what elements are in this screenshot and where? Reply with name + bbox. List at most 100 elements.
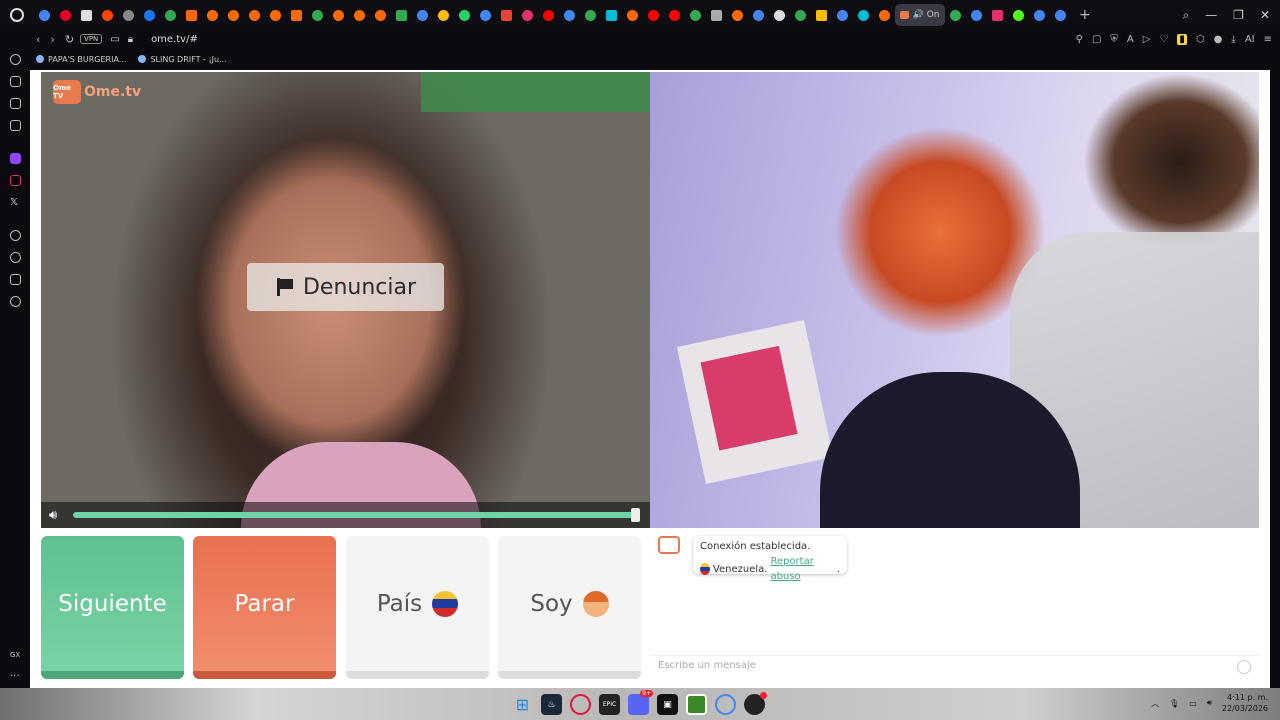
speed-dial-icon[interactable] [10,54,21,65]
tab-ometv-active[interactable]: 🔊 On [895,4,945,26]
music-icon[interactable] [10,120,21,131]
clock[interactable]: 4:11 p. m. 22/03/2026 [1222,692,1268,714]
tab-tabs-right-2[interactable] [987,4,1008,26]
snapshot-icon[interactable]: ▢ [1092,34,1101,45]
cleaner-icon[interactable] [10,76,21,87]
twitch-icon[interactable] [10,153,21,164]
tab-tabs-right-4[interactable] [1029,4,1050,26]
tab-tabs-31[interactable] [685,4,706,26]
tab-tabs-24[interactable] [538,4,559,26]
extensions-sidebar-icon[interactable] [10,274,21,285]
tab-tabs-right-3[interactable] [1008,4,1029,26]
x-icon[interactable]: 𝕏 [10,197,21,208]
url-field[interactable]: ome.tv/# [151,34,198,45]
menu-icon[interactable]: ≡ [1264,34,1272,45]
profile-icon[interactable]: ● [1214,34,1223,45]
epic-games-icon[interactable]: EPIC [599,694,620,715]
report-button[interactable]: Denunciar [247,263,444,311]
tab-tabs-16[interactable] [370,4,391,26]
volume-slider[interactable] [73,512,638,518]
tab-tabs-0[interactable] [34,4,55,26]
download-icon[interactable]: ⤓ [1231,34,1235,45]
settings-icon[interactable] [10,296,21,307]
extensions-icon[interactable]: ⬡ [1196,34,1205,45]
pin-icon[interactable]: ⚲ [1076,34,1083,45]
tab-tabs-38[interactable] [832,4,853,26]
tab-tabs-3[interactable] [97,4,118,26]
tab-tabs-23[interactable] [517,4,538,26]
sidebar-more-icon[interactable]: ... [10,668,20,679]
forward-icon[interactable]: › [50,33,54,46]
minecraft-icon[interactable] [686,694,707,715]
tab-tabs-1[interactable] [55,4,76,26]
tab-tabs-9[interactable] [223,4,244,26]
tab-tabs-11[interactable] [265,4,286,26]
report-abuse-link[interactable]: Reportar abuso [770,554,833,584]
next-button[interactable]: Siguiente [41,536,184,679]
gender-button[interactable]: Soy [498,536,641,679]
tab-tabs-5[interactable] [139,4,160,26]
tab-tabs-26[interactable] [580,4,601,26]
tab-tabs-22[interactable] [496,4,517,26]
tab-tabs-14[interactable] [328,4,349,26]
heart-icon[interactable]: ♡ [1159,34,1168,45]
tab-tabs-13[interactable] [307,4,328,26]
tab-tabs-12[interactable] [286,4,307,26]
tab-tabs-34[interactable] [748,4,769,26]
volume-tray-icon[interactable]: 🔊︎ [1207,698,1212,708]
volume-slider-thumb[interactable] [631,508,640,522]
shield-icon[interactable]: ⛨ [1110,34,1118,45]
gx-control-label[interactable]: GX [10,651,20,659]
minimize-icon[interactable]: — [1205,8,1217,22]
steam-icon[interactable]: ♨ [541,694,562,715]
tab-tabs-18[interactable] [412,4,433,26]
wallet-icon[interactable]: ▮ [1177,33,1187,45]
opera-gx-icon[interactable] [570,694,591,715]
close-window-icon[interactable]: ✕ [1260,8,1270,22]
camera-icon[interactable]: ▭ [110,34,119,45]
tab-tabs-20[interactable] [454,4,475,26]
tab-tabs-35[interactable] [769,4,790,26]
tab-tabs-right-1[interactable] [966,4,987,26]
tab-tabs-15[interactable] [349,4,370,26]
restore-icon[interactable]: ❐ [1233,8,1244,22]
aria-icon[interactable]: AI [1245,34,1255,45]
tab-tabs-8[interactable] [202,4,223,26]
tab-tabs-4[interactable] [118,4,139,26]
tab-tabs-7[interactable] [181,4,202,26]
media-app-icon[interactable] [744,692,767,715]
stop-button[interactable]: Parar [193,536,336,679]
tray-expand-icon[interactable]: ︿ [1151,698,1159,709]
tab-tabs-6[interactable] [160,4,181,26]
bookmark-sling-drift[interactable]: SLING DRIFT - ¡Ju... [138,55,227,64]
tab-tabs-25[interactable] [559,4,580,26]
tab-tabs-17[interactable] [391,4,412,26]
windows-start-icon[interactable]: ⊞ [512,694,533,715]
vpn-badge[interactable]: VPN [80,34,103,44]
bookmark-papas-burgeria[interactable]: PAPA'S BURGERIA... [36,55,126,64]
opera-logo-icon[interactable] [10,8,24,22]
network-icon[interactable]: ▭ [1189,699,1197,708]
emoji-icon[interactable] [1237,660,1251,674]
tab-tabs-28[interactable] [622,4,643,26]
translate-icon[interactable]: A [1127,34,1134,45]
terminal-icon[interactable]: ▣ [657,694,678,715]
instagram-icon[interactable] [10,175,21,186]
country-button[interactable]: País [346,536,489,679]
tab-tabs-21[interactable] [475,4,496,26]
discord-icon[interactable]: 9+ [628,690,653,715]
history-icon[interactable] [10,252,21,263]
speaker-icon[interactable]: 🔊︎ [49,508,67,523]
tab-tabs-27[interactable] [601,4,622,26]
tab-tabs-10[interactable] [244,4,265,26]
tab-tabs-36[interactable] [790,4,811,26]
lock-icon[interactable]: 🔒︎ [128,34,133,45]
tab-tabs-2[interactable] [76,4,97,26]
tab-tabs-39[interactable] [853,4,874,26]
tab-tabs-right-0[interactable] [945,4,966,26]
new-tab-button[interactable]: + [1079,7,1091,23]
reload-icon[interactable]: ↻ [65,33,74,46]
tab-tabs-33[interactable] [727,4,748,26]
tab-tabs-32[interactable] [706,4,727,26]
microphone-icon[interactable]: 🎙︎ [1169,699,1179,708]
